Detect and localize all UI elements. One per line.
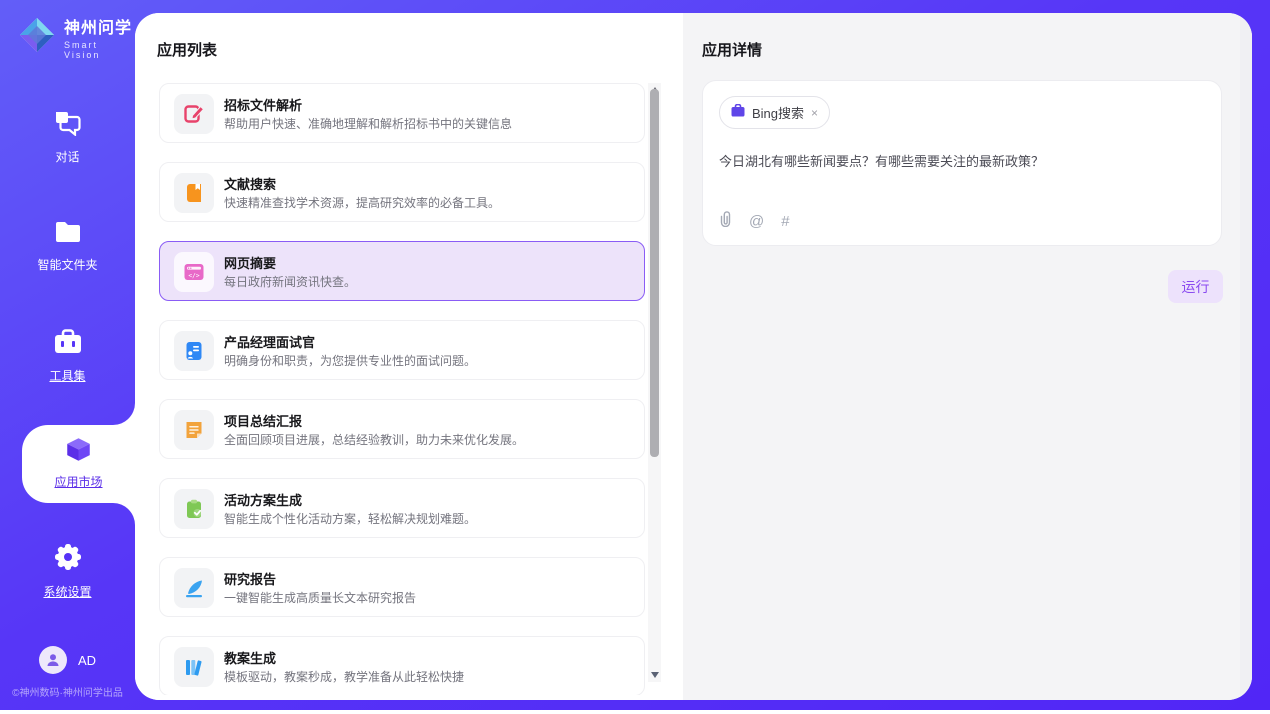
- sidebar-item-label: 工具集: [0, 367, 135, 384]
- logo: 神州问学 Smart Vision: [18, 14, 135, 60]
- app-desc: 智能生成个性化活动方案，轻松解决规划难题。: [224, 510, 476, 527]
- app-card-lesson-plan[interactable]: 教案生成 模板驱动，教案秒成，教学准备从此轻松快捷: [159, 636, 645, 695]
- report-note-icon: [174, 410, 214, 450]
- research-pen-icon: [174, 568, 214, 608]
- book-icon: [174, 173, 214, 213]
- app-window: 神州问学 Smart Vision 对话 智能文件夹: [0, 0, 1270, 714]
- bottom-edge-strip: [0, 710, 1270, 714]
- mention-icon[interactable]: @: [749, 213, 764, 230]
- app-card-event-plan[interactable]: 活动方案生成 智能生成个性化活动方案，轻松解决规划难题。: [159, 478, 645, 538]
- sidebar-item-label: 系统设置: [0, 583, 135, 600]
- sidebar-item-app-market[interactable]: 应用市场: [22, 425, 135, 503]
- edit-document-icon: [174, 94, 214, 134]
- books-icon: [174, 647, 214, 687]
- toolbox-icon: [53, 342, 83, 359]
- app-list: 招标文件解析 帮助用户快速、准确地理解和解析招标书中的关键信息 文献搜索 快速精…: [159, 83, 647, 695]
- interview-doc-icon: [174, 331, 214, 371]
- app-card-web-summary[interactable]: </> 网页摘要 每日政府新闻资讯快查。: [159, 241, 645, 301]
- user-account[interactable]: AD: [0, 646, 135, 674]
- brand-diamond-icon: [18, 16, 56, 59]
- brand-name: 神州问学: [64, 20, 132, 37]
- chat-icon: [54, 123, 81, 140]
- detail-scrollbar-track[interactable]: [1240, 13, 1252, 700]
- app-card-research-report[interactable]: 研究报告 一键智能生成高质量长文本研究报告: [159, 557, 645, 617]
- sidebar-item-label: 智能文件夹: [0, 256, 135, 273]
- app-card-literature-search[interactable]: 文献搜索 快速精准查找学术资源，提高研究效率的必备工具。: [159, 162, 645, 222]
- app-desc: 明确身份和职责，为您提供专业性的面试问题。: [224, 352, 476, 369]
- brand-subtitle: Smart Vision: [64, 40, 135, 60]
- app-detail-title: 应用详情: [702, 39, 762, 60]
- folder-icon: [54, 231, 82, 248]
- prompt-input[interactable]: Bing搜索 × 今日湖北有哪些新闻要点？有哪些需要关注的最新政策？ @ #: [702, 80, 1222, 246]
- cube-icon: [65, 450, 92, 467]
- attachment-icon[interactable]: [719, 210, 732, 232]
- app-card-project-summary[interactable]: 项目总结汇报 全面回顾项目进展，总结经验教训，助力未来优化发展。: [159, 399, 645, 459]
- app-desc: 每日政府新闻资讯快查。: [224, 273, 356, 290]
- user-icon: [45, 652, 61, 668]
- svg-text:</>: </>: [188, 272, 199, 279]
- briefcase-icon: [731, 104, 745, 122]
- app-desc: 模板驱动，教案秒成，教学准备从此轻松快捷: [224, 668, 464, 685]
- scroll-down-icon[interactable]: [651, 672, 659, 678]
- hash-icon[interactable]: #: [781, 213, 789, 230]
- avatar: [39, 646, 67, 674]
- sidebar-item-label: 应用市场: [22, 473, 135, 490]
- app-desc: 快速精准查找学术资源，提高研究效率的必备工具。: [224, 194, 500, 211]
- sidebar-item-toolset[interactable]: 工具集: [0, 328, 135, 384]
- app-title: 招标文件解析: [224, 95, 302, 114]
- app-card-tender-parse[interactable]: 招标文件解析 帮助用户快速、准确地理解和解析招标书中的关键信息: [159, 83, 645, 143]
- app-list-title: 应用列表: [157, 39, 217, 60]
- app-title: 活动方案生成: [224, 490, 302, 509]
- gear-icon: [54, 558, 82, 575]
- sidebar: 神州问学 Smart Vision 对话 智能文件夹: [0, 0, 135, 714]
- app-desc: 全面回顾项目进展，总结经验教训，助力未来优化发展。: [224, 431, 524, 448]
- app-list-section: 应用列表 招标文件解析 帮助用户快速、准确地理解和解析招标书中的关键信息: [135, 13, 683, 700]
- app-detail-section: 应用详情 Bing搜索 × 今日湖北有哪些新闻要点？有哪些需要关注的最新政策？: [683, 13, 1252, 700]
- app-desc: 帮助用户快速、准确地理解和解析招标书中的关键信息: [224, 115, 512, 132]
- composer-toolbar: @ #: [719, 210, 790, 232]
- app-title: 项目总结汇报: [224, 411, 302, 430]
- scrollbar-thumb[interactable]: [650, 89, 659, 457]
- tool-chip-bing-search[interactable]: Bing搜索 ×: [719, 96, 830, 129]
- app-title: 文献搜索: [224, 174, 276, 193]
- copyright-text: ©神州数码·神州问学出品: [0, 684, 135, 699]
- app-list-scrollbar[interactable]: [648, 83, 661, 682]
- run-button[interactable]: 运行: [1168, 270, 1223, 303]
- app-title: 网页摘要: [224, 253, 276, 272]
- tool-chip-label: Bing搜索: [752, 103, 804, 122]
- app-desc: 一键智能生成高质量长文本研究报告: [224, 589, 416, 606]
- sidebar-item-chat[interactable]: 对话: [0, 110, 135, 165]
- browser-code-icon: </>: [174, 252, 214, 292]
- app-title: 产品经理面试官: [224, 332, 315, 351]
- close-icon[interactable]: ×: [811, 106, 818, 120]
- content-panel: 应用列表 招标文件解析 帮助用户快速、准确地理解和解析招标书中的关键信息: [135, 13, 1252, 700]
- user-name: AD: [78, 653, 96, 668]
- sidebar-item-settings[interactable]: 系统设置: [0, 543, 135, 600]
- app-title: 研究报告: [224, 569, 276, 588]
- sidebar-item-smart-folder[interactable]: 智能文件夹: [0, 220, 135, 273]
- app-title: 教案生成: [224, 648, 276, 667]
- sidebar-item-label: 对话: [0, 148, 135, 165]
- clipboard-check-icon: [174, 489, 214, 529]
- app-card-pm-interviewer[interactable]: 产品经理面试官 明确身份和职责，为您提供专业性的面试问题。: [159, 320, 645, 380]
- query-text[interactable]: 今日湖北有哪些新闻要点？有哪些需要关注的最新政策？: [719, 152, 1199, 172]
